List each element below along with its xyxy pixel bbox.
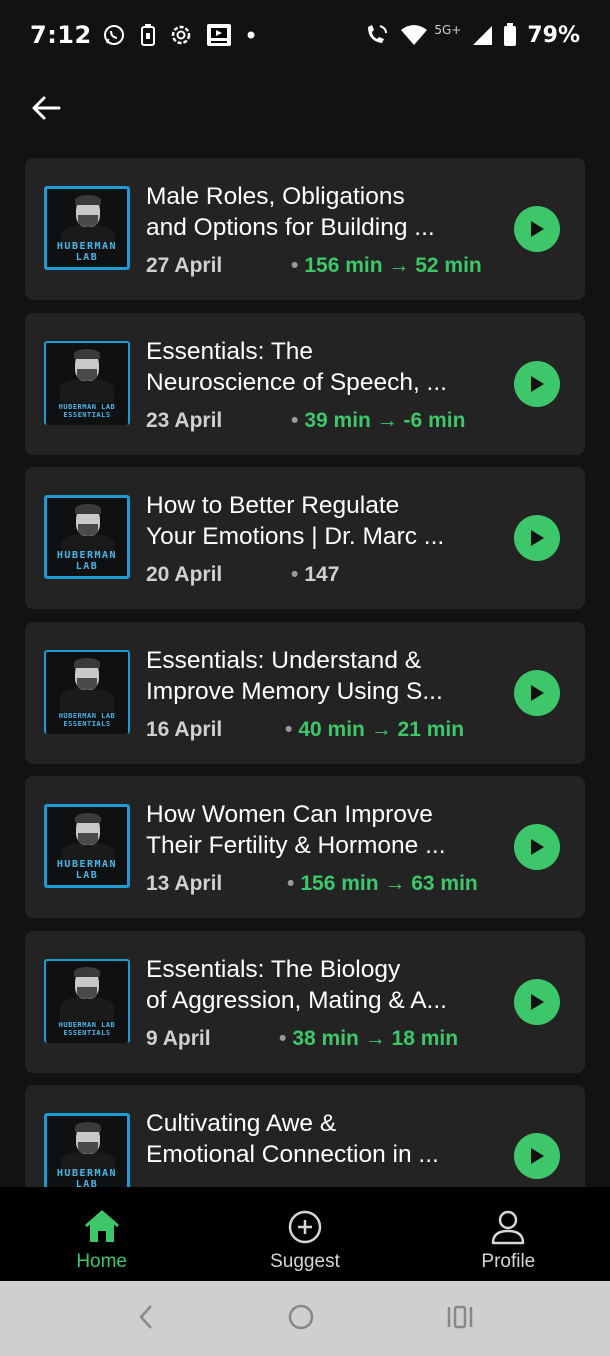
play-icon bbox=[531, 1148, 544, 1164]
episode-title: Male Roles, Obligations and Options for … bbox=[146, 183, 435, 241]
separator-dot: • bbox=[287, 872, 295, 895]
notification-icons bbox=[102, 23, 256, 47]
circle-icon bbox=[288, 1304, 314, 1329]
whatsapp-icon bbox=[102, 23, 126, 47]
chevron-left-icon bbox=[138, 1304, 152, 1329]
artwork-logo: HUBERMAN LAB bbox=[56, 241, 118, 263]
status-time: 7:12 bbox=[30, 21, 92, 49]
episode-duration: • 156 min → 63 min bbox=[287, 872, 478, 895]
episode-date: 16 April bbox=[146, 717, 223, 741]
recents-icon bbox=[448, 1305, 473, 1328]
episode-card[interactable]: HUBERMAN LAB Male Roles, Obligations and… bbox=[25, 158, 585, 300]
episode-title: Essentials: The Biology of Aggression, M… bbox=[146, 955, 447, 1014]
episode-duration: • 156 min → 52 min bbox=[291, 254, 482, 277]
artwork-logo: HUBERMAN LAB ESSENTIALS bbox=[58, 711, 116, 728]
back-button[interactable] bbox=[26, 88, 66, 128]
system-recents-button[interactable] bbox=[446, 1304, 474, 1334]
podcast-artwork: HUBERMAN LAB bbox=[44, 1113, 130, 1197]
podcast-artwork: HUBERMAN LAB ESSENTIALS bbox=[44, 649, 130, 734]
dot-icon bbox=[246, 30, 256, 40]
podcast-artwork: HUBERMAN LAB bbox=[44, 186, 130, 270]
separator-dot: • bbox=[291, 408, 299, 432]
status-bar: 7:12 5G+ 79% bbox=[0, 0, 610, 70]
user-icon bbox=[492, 1210, 525, 1245]
battery-saver-icon bbox=[140, 23, 156, 47]
episode-list[interactable]: HUBERMAN LAB Male Roles, Obligations and… bbox=[25, 158, 585, 1240]
play-button[interactable] bbox=[514, 978, 560, 1025]
arrow-left-icon bbox=[32, 96, 61, 120]
episode-title: Essentials: Understand & Improve Memory … bbox=[146, 646, 443, 705]
play-button[interactable] bbox=[514, 669, 560, 716]
nav-home[interactable]: Home bbox=[0, 1187, 203, 1281]
system-nav-bar bbox=[0, 1281, 610, 1356]
play-button[interactable] bbox=[514, 360, 560, 407]
podcast-artwork: HUBERMAN LAB bbox=[44, 495, 130, 579]
home-icon bbox=[84, 1210, 119, 1242]
episode-date: 20 April bbox=[146, 563, 223, 586]
play-button[interactable] bbox=[514, 824, 560, 870]
play-icon bbox=[531, 530, 544, 546]
separator-dot: • bbox=[291, 563, 299, 586]
artwork-logo: HUBERMAN LAB ESSENTIALS bbox=[58, 1020, 116, 1037]
play-button[interactable] bbox=[514, 1133, 560, 1179]
episode-duration: • 147 bbox=[291, 563, 340, 586]
wifi-calling-icon bbox=[364, 23, 390, 47]
nav-profile-label: Profile bbox=[481, 1251, 536, 1272]
play-icon bbox=[531, 993, 544, 1010]
artwork-logo: HUBERMAN LAB bbox=[56, 550, 118, 572]
system-back-button[interactable] bbox=[136, 1303, 156, 1335]
system-home-button[interactable] bbox=[287, 1303, 315, 1335]
play-button[interactable] bbox=[514, 206, 560, 252]
settings-ring-icon bbox=[170, 24, 192, 46]
episode-title: Cultivating Awe & Emotional Connection i… bbox=[146, 1110, 439, 1168]
artwork-logo: HUBERMAN LAB bbox=[56, 859, 118, 881]
plus-circle-icon bbox=[288, 1210, 322, 1244]
podcast-artwork: HUBERMAN LAB bbox=[44, 804, 130, 888]
play-icon bbox=[531, 375, 544, 392]
signal-icon bbox=[471, 24, 493, 46]
episode-card[interactable]: HUBERMAN LAB ESSENTIALS Essentials: The … bbox=[25, 312, 585, 455]
nav-home-label: Home bbox=[76, 1251, 127, 1272]
nav-suggest-label: Suggest bbox=[270, 1251, 340, 1272]
episode-date: 9 April bbox=[146, 1026, 211, 1050]
nav-profile[interactable]: Profile bbox=[407, 1187, 610, 1281]
episode-duration: • 38 min → 18 min bbox=[279, 1026, 459, 1050]
network-type: 5G+ bbox=[434, 23, 462, 37]
episode-card[interactable]: HUBERMAN LAB ESSENTIALS Essentials: The … bbox=[25, 930, 585, 1073]
play-icon bbox=[531, 684, 544, 701]
episode-date: 23 April bbox=[146, 408, 223, 432]
episode-title: How to Better Regulate Your Emotions | D… bbox=[146, 492, 445, 550]
separator-dot: • bbox=[279, 1026, 287, 1050]
battery-percent: 79% bbox=[527, 22, 580, 48]
episode-title: Essentials: The Neuroscience of Speech, … bbox=[146, 337, 447, 396]
separator-dot: • bbox=[291, 254, 299, 277]
episode-card[interactable]: HUBERMAN LAB How Women Can Improve Their… bbox=[25, 776, 585, 918]
episode-card[interactable]: HUBERMAN LAB ESSENTIALS Essentials: Unde… bbox=[25, 621, 585, 764]
episode-title: How Women Can Improve Their Fertility & … bbox=[146, 801, 446, 859]
episode-card[interactable]: HUBERMAN LAB How to Better Regulate Your… bbox=[25, 467, 585, 609]
play-icon bbox=[531, 839, 544, 855]
battery-icon bbox=[503, 23, 517, 47]
status-right: 5G+ 79% bbox=[364, 23, 580, 48]
media-player-icon bbox=[206, 23, 232, 47]
play-icon bbox=[531, 221, 544, 237]
bottom-nav: Home Suggest Profile bbox=[0, 1187, 610, 1281]
podcast-artwork: HUBERMAN LAB ESSENTIALS bbox=[44, 340, 130, 425]
episode-date: 27 April bbox=[146, 254, 223, 277]
artwork-logo: HUBERMAN LAB ESSENTIALS bbox=[58, 402, 116, 419]
podcast-artwork: HUBERMAN LAB ESSENTIALS bbox=[44, 958, 130, 1043]
episode-duration: • 40 min → 21 min bbox=[285, 717, 465, 741]
episode-date: 13 April bbox=[146, 872, 223, 895]
play-button[interactable] bbox=[514, 515, 560, 561]
episode-duration: • 39 min → -6 min bbox=[291, 408, 466, 432]
separator-dot: • bbox=[285, 717, 293, 741]
nav-suggest[interactable]: Suggest bbox=[203, 1187, 406, 1281]
wifi-icon bbox=[400, 24, 428, 46]
